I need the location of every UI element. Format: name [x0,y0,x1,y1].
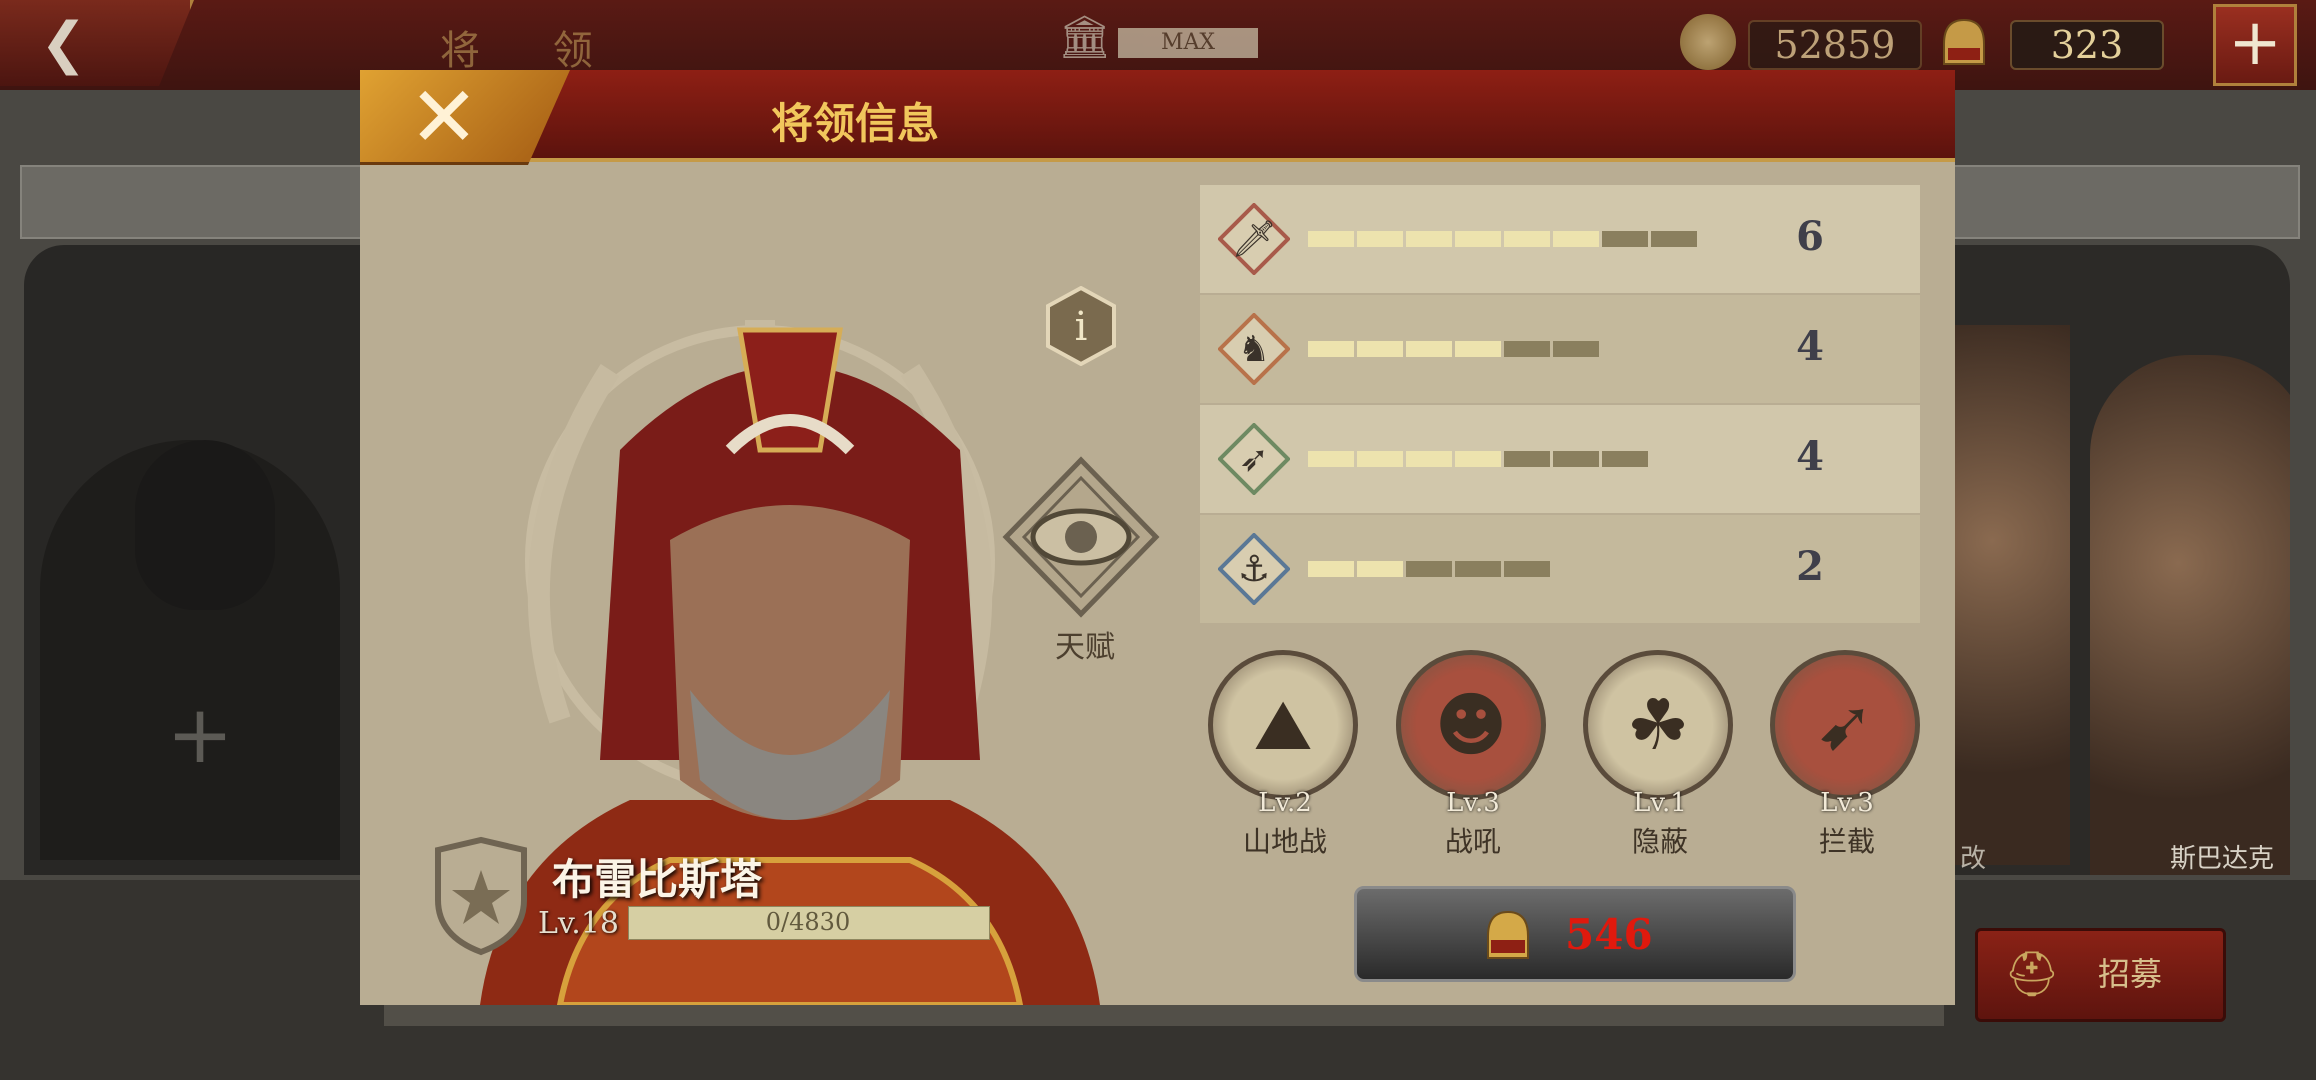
hero-portrait-partial [2090,355,2290,875]
stat-segment-filled [1357,341,1403,357]
coin-icon [1680,14,1736,70]
hero-level: Lv.18 [538,906,620,941]
svg-text:🗡: 🗡 [1231,219,1277,260]
mountain-icon: ⛰ [1208,650,1358,800]
svg-text:➶: ➶ [1239,439,1269,480]
stat-segment-empty [1504,341,1550,357]
stat-segment-filled [1357,561,1403,577]
stat-segment-filled [1308,451,1354,467]
spqr-helmet-icon [1487,910,1529,959]
stat-segment-filled [1308,561,1354,577]
skill-name: 拦截 [1818,825,1875,858]
stat-value: 6 [1796,213,1824,260]
skill-item[interactable]: ☻ Lv.3 战吼 [1393,650,1553,858]
stat-segment-filled [1406,451,1452,467]
bow-icon: ➶ [1217,422,1291,496]
stat-segment-filled [1406,341,1452,357]
warcry-icon: ☻ [1396,650,1546,800]
stat-segment-empty [1553,341,1599,357]
skill-name: 隐蔽 [1631,825,1688,858]
back-arrow-icon: ❮ [40,11,87,76]
stat-segment-empty [1553,451,1599,467]
modal-title: 将领信息 [770,99,939,148]
stat-segment-filled [1504,231,1550,247]
temple-icon: 🏛 [1058,12,1112,61]
hero-portrait-partial [1940,325,2070,865]
stat-segment-empty [1406,561,1452,577]
stat-value: 2 [1796,543,1824,590]
coin-counter: 52859 [1748,20,1922,70]
talent-label: 天赋 [1055,630,1115,665]
skill-level: Lv.3 [1446,788,1500,818]
hero-name: 布雷比斯塔 [552,855,763,904]
gem-counter: 323 [2010,20,2164,70]
svg-text:⚓: ⚓ [1238,549,1270,590]
intercept-icon: ➹ [1770,650,1920,800]
stat-row: ⚓ 2 [1200,515,1920,623]
stat-segment-empty [1504,451,1550,467]
hero-card-label: 改 [1960,844,1987,874]
skill-name: 山地战 [1242,825,1327,858]
stat-segment-empty [1602,451,1648,467]
svg-text:♞: ♞ [1238,329,1270,370]
stat-segment-filled [1308,341,1354,357]
svg-text:i: i [1075,304,1088,350]
skill-item[interactable]: ⛰ Lv.2 山地战 [1205,650,1365,858]
stat-row: ➶ 4 [1200,405,1920,513]
cost-value: 546 [1565,910,1653,959]
stat-segment-filled [1357,451,1403,467]
stat-segment-filled [1455,451,1501,467]
hero-silhouette-head [135,440,275,610]
hero-card-label: 斯巴达克 [2170,844,2275,874]
close-icon[interactable]: ✕ [394,72,494,162]
stat-segment-filled [1455,231,1501,247]
add-hero-icon[interactable]: + [165,695,235,775]
recruit-helmet-icon: ⛑ [2004,949,2060,1000]
stat-row: 🗡 6 [1200,185,1920,293]
stat-segment-empty [1504,561,1550,577]
skill-level: Lv.3 [1820,788,1874,818]
skill-level: Lv.1 [1633,788,1687,818]
skill-item[interactable]: ➹ Lv.3 拦截 [1767,650,1927,858]
stat-segment-filled [1553,231,1599,247]
sword-icon: 🗡 [1217,202,1291,276]
stat-segment-empty [1455,561,1501,577]
max-badge: MAX [1118,28,1258,58]
hero-card-background[interactable] [1940,245,2290,875]
stat-value: 4 [1796,433,1824,480]
skill-name: 战吼 [1444,825,1501,858]
spqr-helmet-icon [1943,18,1985,65]
anchor-icon: ⚓ [1217,532,1291,606]
stat-segment-empty [1602,231,1648,247]
stat-row: ♞ 4 [1200,295,1920,403]
stat-segment-filled [1406,231,1452,247]
skill-level: Lv.2 [1258,788,1312,818]
xp-text: 0/4830 [765,908,851,936]
info-button[interactable]: i [1046,286,1116,366]
stealth-icon: ☘ [1583,650,1733,800]
skill-item[interactable]: ☘ Lv.1 隐蔽 [1580,650,1740,858]
stat-segment-filled [1308,231,1354,247]
hero-portrait [480,327,1100,1005]
stat-value: 4 [1796,323,1824,370]
horse-icon: ♞ [1217,312,1291,386]
stat-segment-empty [1651,231,1697,247]
recruit-label: 招募 [2098,955,2163,993]
add-currency-button[interactable]: + [2213,4,2297,86]
talent-eye-icon[interactable] [1002,456,1160,618]
stat-segment-filled [1455,341,1501,357]
rank-star-badge [435,836,527,956]
recruit-button[interactable]: ⛑ 招募 [1975,928,2226,1022]
stat-segment-filled [1357,231,1403,247]
